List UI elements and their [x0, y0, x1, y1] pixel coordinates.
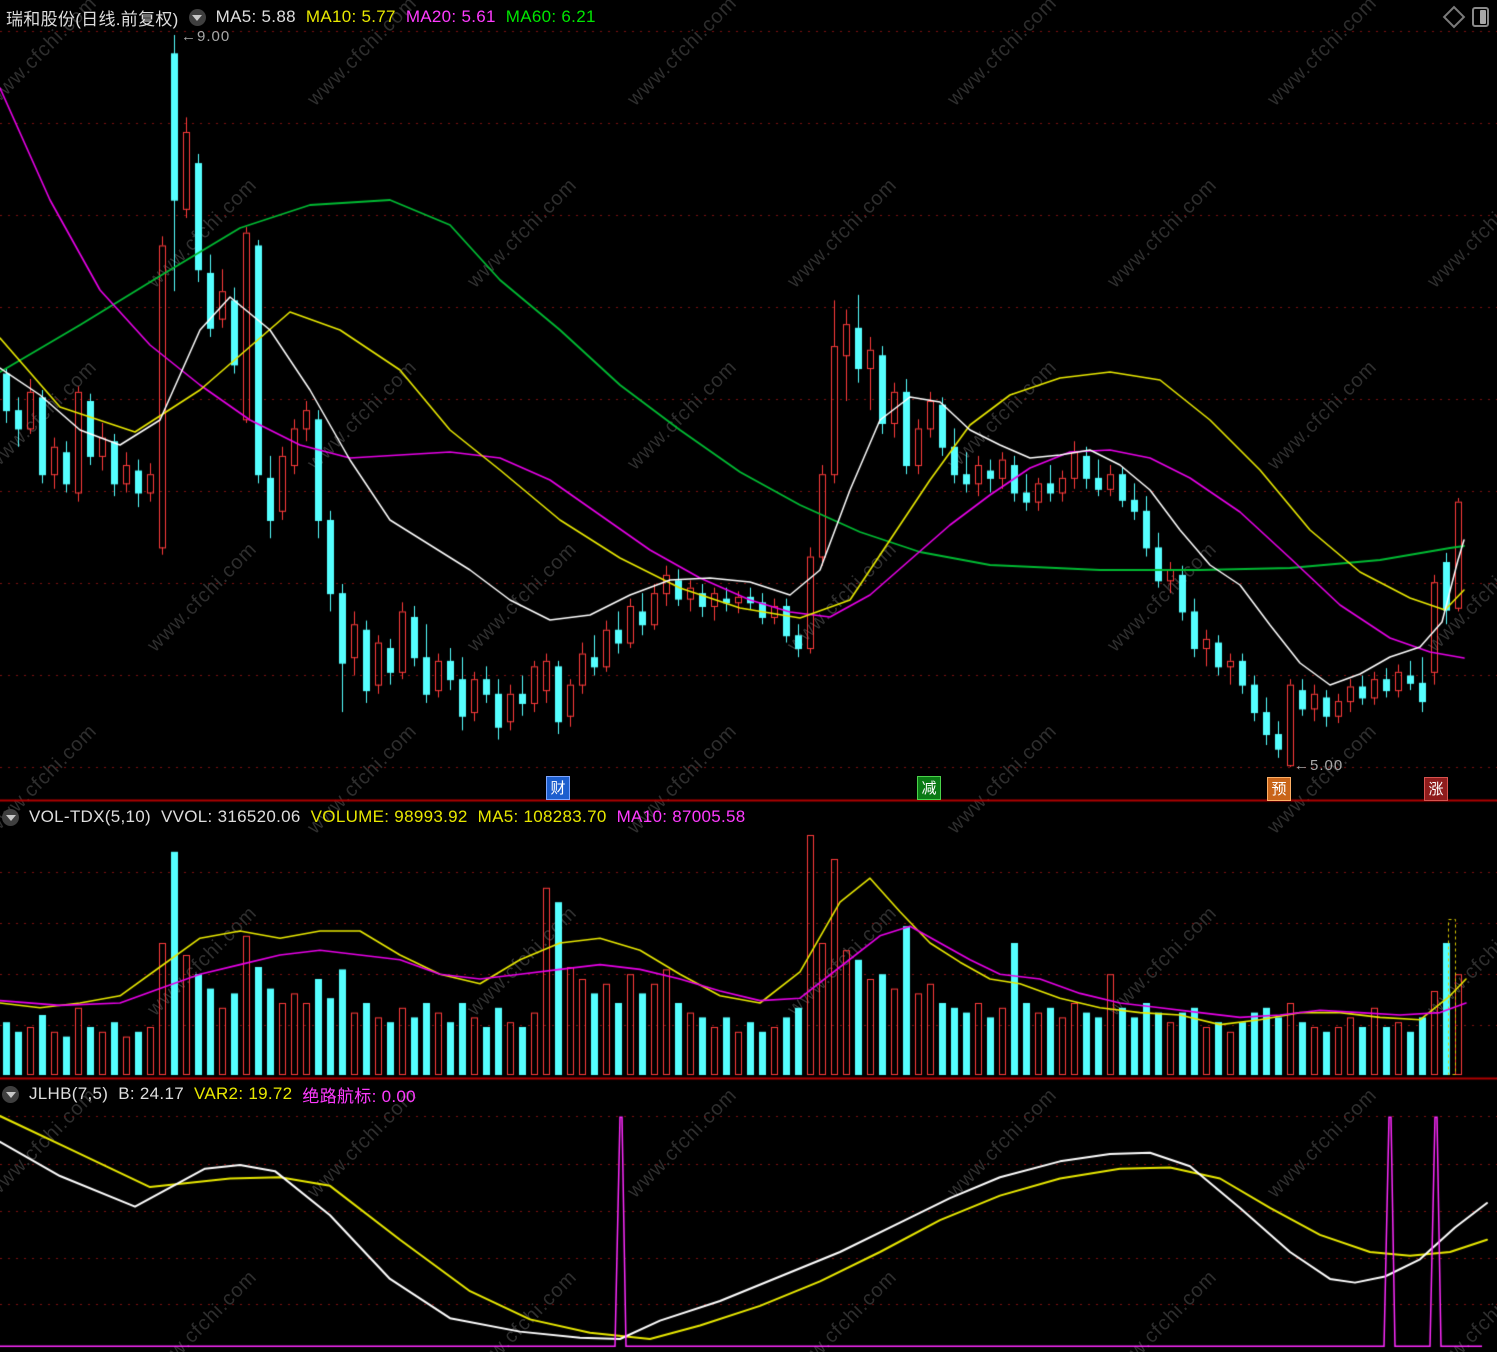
event-marker-badge: 涨 — [1424, 777, 1448, 801]
diamond-icon[interactable] — [1442, 5, 1466, 29]
indicator-var2-value: VAR2: 19.72 — [193, 1084, 293, 1103]
volume-pane-header: VOL-TDX(5,10) VVOL: 316520.06 VOLUME: 98… — [2, 804, 746, 830]
indicator-jl-value: 绝路航标: 0.00 — [302, 1086, 416, 1106]
main-pane-header: 瑞和股份(日线.前复权) MA5: 5.88 MA10: 5.77 MA20: … — [6, 4, 596, 30]
indicator-collapse-chevron-icon[interactable] — [2, 1085, 19, 1103]
stock-title: 瑞和股份(日线.前复权) — [6, 9, 179, 29]
ma5-value: MA5: 5.88 — [215, 7, 296, 26]
volume-collapse-chevron-icon[interactable] — [2, 808, 19, 826]
collapse-chevron-icon[interactable] — [188, 8, 206, 26]
panel-layout-icon[interactable] — [1472, 7, 1489, 27]
event-marker-badge: 财 — [546, 776, 570, 800]
event-marker-badge: 预 — [1267, 777, 1291, 801]
tdx-chart-window: www.cfchi.comwww.cfchi.comwww.cfchi.comw… — [0, 0, 1497, 1352]
volume-ma5-value: MA5: 108283.70 — [477, 807, 607, 826]
indicator-b-value: B: 24.17 — [118, 1084, 184, 1103]
chart-canvas[interactable] — [0, 0, 1497, 1352]
indicator-name: JLHB(7,5) — [29, 1084, 109, 1103]
volume-value: VOLUME: 98993.92 — [310, 807, 468, 826]
window-toolbar — [1442, 5, 1489, 29]
volume-indicator-name: VOL-TDX(5,10) — [29, 807, 151, 826]
price-annotation: ←5.00 — [1294, 757, 1344, 774]
volume-ma10-value: MA10: 87005.58 — [616, 807, 746, 826]
ma20-value: MA20: 5.61 — [405, 7, 496, 26]
event-marker-badge: 减 — [917, 776, 941, 800]
ma60-value: MA60: 6.21 — [505, 7, 596, 26]
ma10-value: MA10: 5.77 — [305, 7, 396, 26]
indicator-pane-header: JLHB(7,5) B: 24.17 VAR2: 19.72 绝路航标: 0.0… — [2, 1081, 416, 1107]
vvol-value: VVOL: 316520.06 — [161, 807, 301, 826]
price-annotation: ←9.00 — [181, 28, 231, 45]
